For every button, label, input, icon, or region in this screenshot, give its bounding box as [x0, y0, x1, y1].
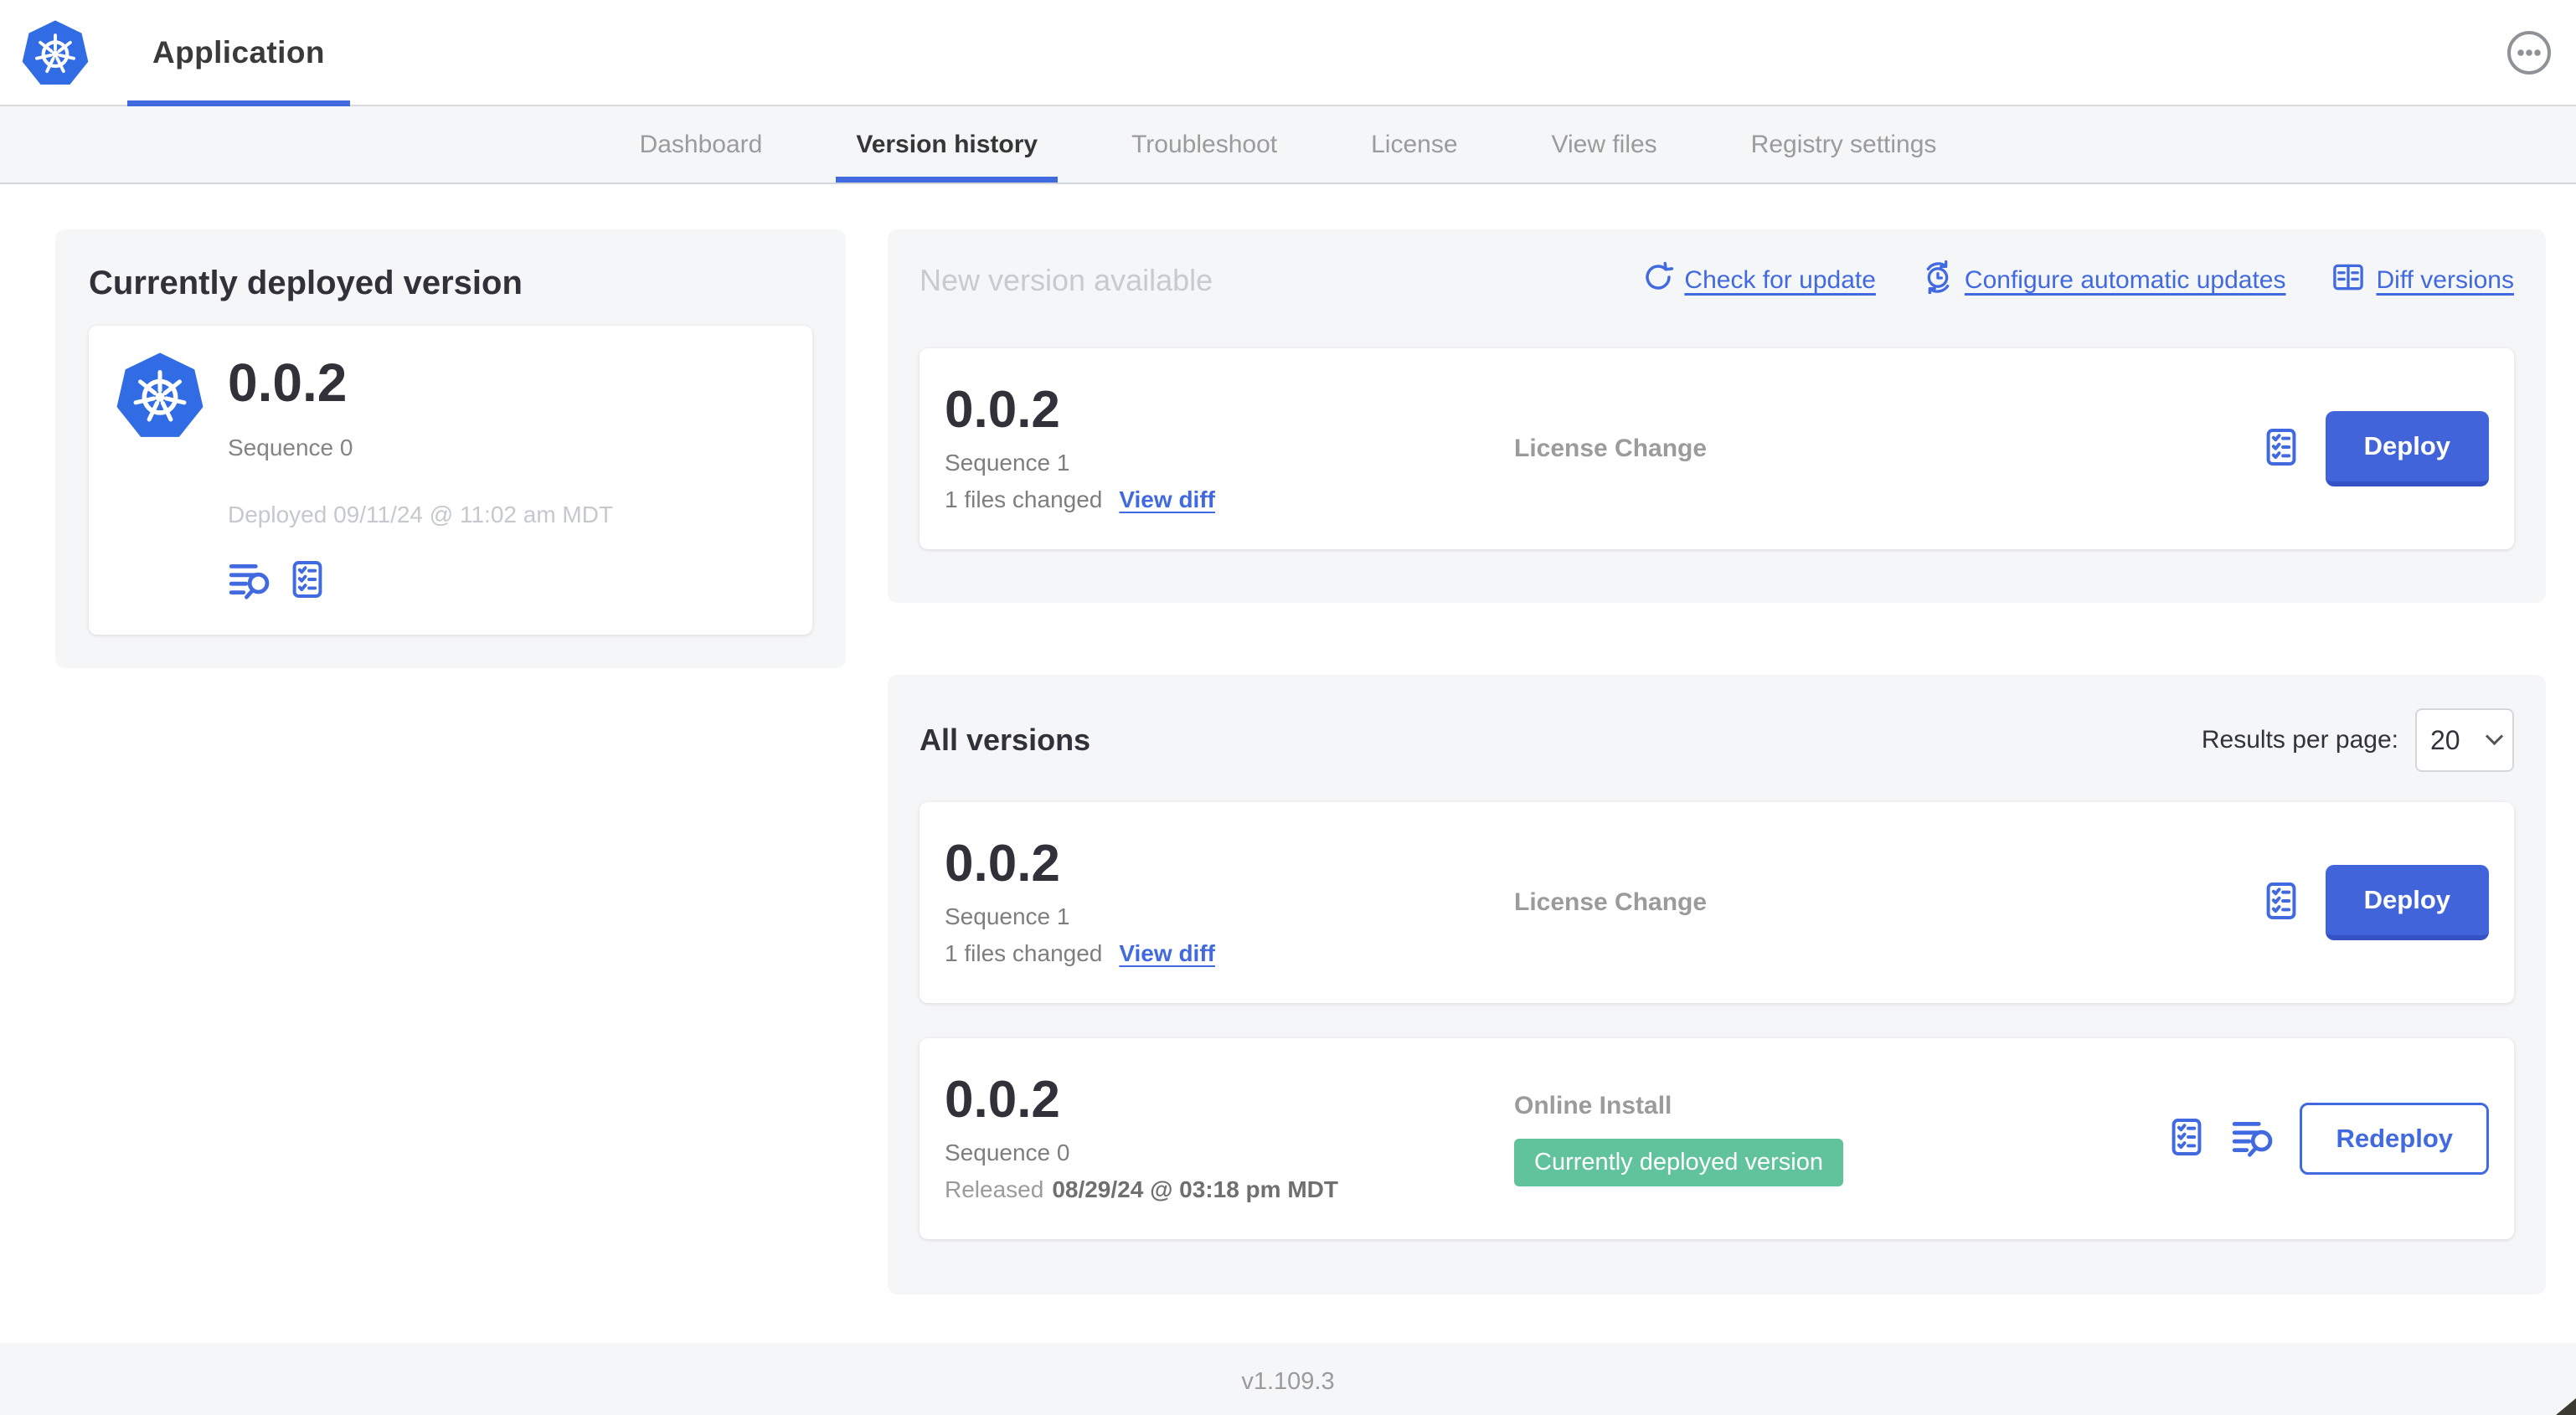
ellipsis-icon	[2506, 30, 2553, 79]
results-per-page-label: Results per page:	[2201, 726, 2398, 754]
app-subnav: Dashboard Version history Troubleshoot L…	[0, 106, 2576, 184]
tab-troubleshoot[interactable]: Troubleshoot	[1111, 106, 1297, 183]
view-diff-link[interactable]: View diff	[1119, 486, 1215, 513]
app-footer: v1.109.3	[0, 1343, 2576, 1415]
main-content: Currently deployed version 0.0.2 Sequenc…	[0, 184, 2576, 1294]
version-source-label: Online Install	[1514, 1091, 1672, 1119]
released-timestamp: Released 08/29/24 @ 03:18 pm MDT	[945, 1176, 1338, 1202]
version-sequence: Sequence 1	[945, 903, 1070, 929]
deployed-sequence: Sequence 0	[228, 435, 353, 461]
schedule-icon	[1921, 260, 1955, 301]
version-source-label: License Change	[1514, 888, 1708, 916]
app-header: Application	[0, 0, 2576, 106]
version-row: 0.0.2 Sequence 0 Released 08/29/24 @ 03:1…	[920, 1038, 2514, 1239]
tab-registry-settings[interactable]: Registry settings	[1731, 106, 1957, 183]
currently-deployed-panel: Currently deployed version 0.0.2 Sequenc…	[55, 229, 846, 668]
version-sequence: Sequence 1	[945, 450, 1070, 476]
console-version-label: v1.109.3	[1241, 1367, 1335, 1395]
deployed-version-number: 0.0.2	[228, 352, 348, 413]
refresh-icon	[1642, 261, 1674, 300]
check-for-update-link[interactable]: Check for update	[1642, 261, 1876, 300]
deploy-button[interactable]: Deploy	[2325, 865, 2489, 940]
preflight-checks-icon[interactable]	[286, 557, 328, 606]
version-source-label: License Change	[1514, 435, 1708, 462]
currently-deployed-card: 0.0.2 Sequence 0 Deployed 09/11/24 @ 11:…	[89, 326, 812, 635]
new-version-card: 0.0.2 Sequence 1 1 files changed View di…	[920, 348, 2514, 549]
deploy-button[interactable]: Deploy	[2325, 411, 2489, 486]
new-version-heading: New version available	[920, 263, 1213, 297]
version-number: 0.0.2	[945, 381, 1060, 439]
currently-deployed-heading: Currently deployed version	[89, 265, 523, 301]
redeploy-button[interactable]: Redeploy	[2300, 1103, 2489, 1175]
deployed-timestamp: Deployed 09/11/24 @ 11:02 am MDT	[228, 502, 614, 527]
kubernetes-logo-icon	[114, 349, 206, 606]
app-tab[interactable]: Application	[127, 0, 350, 106]
all-versions-panel: All versions Results per page: 20 0.0.2 …	[888, 675, 2546, 1294]
diff-versions-link[interactable]: Diff versions	[2331, 260, 2514, 301]
app-title: Application	[152, 34, 325, 69]
more-menu-button[interactable]	[2506, 29, 2553, 76]
files-changed-label: 1 files changed	[945, 486, 1103, 512]
files-changed-label: 1 files changed	[945, 940, 1103, 966]
logs-icon[interactable]	[2231, 1114, 2276, 1164]
kubernetes-logo-icon	[20, 18, 90, 88]
all-versions-heading: All versions	[920, 723, 1091, 757]
results-per-page-select[interactable]: 20	[2415, 708, 2514, 772]
diff-icon	[2331, 260, 2366, 301]
preflight-checks-icon[interactable]	[2260, 424, 2302, 475]
tab-license[interactable]: License	[1351, 106, 1477, 183]
view-diff-link[interactable]: View diff	[1119, 940, 1215, 967]
currently-deployed-badge: Currently deployed version	[1514, 1138, 1843, 1186]
tab-view-files[interactable]: View files	[1532, 106, 1677, 183]
logs-icon[interactable]	[228, 557, 273, 606]
preflight-checks-icon[interactable]	[2260, 877, 2302, 929]
new-version-panel: New version available Check for update C…	[888, 229, 2546, 603]
configure-automatic-updates-link[interactable]: Configure automatic updates	[1921, 260, 2285, 301]
preflight-checks-icon[interactable]	[2166, 1114, 2208, 1165]
version-row: 0.0.2 Sequence 1 1 files changed View di…	[920, 802, 2514, 1003]
tab-dashboard[interactable]: Dashboard	[620, 106, 783, 183]
version-number: 0.0.2	[945, 1071, 1060, 1129]
version-number: 0.0.2	[945, 835, 1060, 893]
tab-version-history[interactable]: Version history	[836, 106, 1058, 183]
version-sequence: Sequence 0	[945, 1140, 1070, 1165]
